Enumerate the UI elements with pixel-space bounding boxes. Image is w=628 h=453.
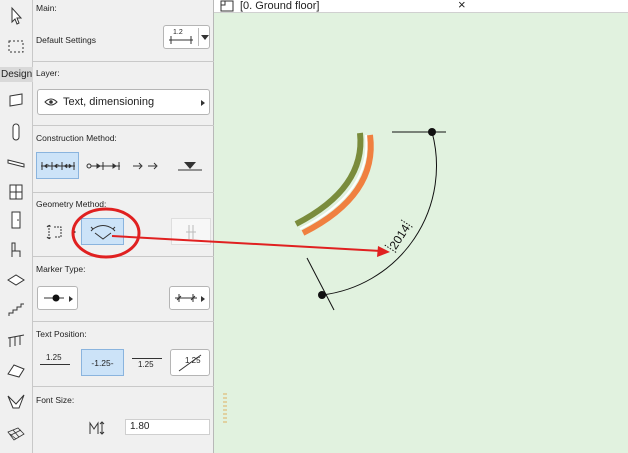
layer-value: Text, dimensioning [63,96,155,108]
mesh-tool-icon[interactable] [3,422,29,446]
text-centered-label: -1.25- [91,357,114,368]
font-size-icon [89,421,105,435]
door-tool-icon[interactable] [3,208,29,232]
toolbox: Design [0,0,34,453]
text-rotated-option[interactable]: 1.25 [170,349,210,376]
level-dimension-icon [186,224,196,239]
arc-dimension-icon [90,224,115,240]
linear-geometry-icon [46,224,62,240]
stair-tool-icon[interactable] [3,298,29,322]
marker-type-left-dropdown[interactable] [37,286,78,310]
linear-dimension-option[interactable] [36,152,79,179]
elevation-dimension-icon [178,161,202,170]
cumulative-dimension-icon [86,161,120,170]
chevron-right-icon [201,296,205,302]
font-size-section: Font Size: 1.80 [33,387,214,453]
railing-tool-icon[interactable] [3,328,29,352]
marker-type-right-dropdown[interactable] [169,286,210,310]
text-above-icon: 1.25 [40,353,70,371]
chevron-right-icon [201,100,205,106]
main-section: Main: Default Settings 1.2 [33,0,214,62]
chevron-down-icon [201,35,209,40]
tick-marker-icon [174,294,197,302]
text-above-label: 1.25 [46,353,62,362]
base-line-dimension-option[interactable] [129,152,163,179]
roof-tool-icon[interactable] [3,358,29,382]
arrow-tool-icon[interactable] [3,4,29,28]
text-below-option[interactable]: 1.25 [129,349,165,375]
view-tab-bar: [0. Ground floor] × [214,0,628,13]
dot-marker-icon [43,294,64,302]
layer-section: Layer: Text, dimensioning [33,62,214,126]
close-tab-icon[interactable]: × [458,0,466,11]
marker-section: Marker Type: [33,257,214,322]
geometry-expand-icon[interactable] [72,229,76,235]
floor-plan-canvas[interactable] [214,13,628,453]
text-above-option[interactable]: 1.25 [37,349,73,375]
dimension-icon: 1.2 [167,29,197,45]
elevation-dimension-option[interactable] [173,152,207,179]
text-centered-option[interactable]: -1.25- [81,349,124,376]
radial-geometry-option[interactable] [81,218,124,245]
default-settings-button[interactable]: 1.2 [163,25,210,49]
construction-section: Construction Method: [33,126,214,193]
floor-plan-icon [220,0,234,12]
tab-title[interactable]: [0. Ground floor] [240,0,320,12]
layer-title: Layer: [36,68,60,78]
geometry-title: Geometry Method: [36,199,107,209]
level-geometry-option [171,218,211,245]
font-size-field[interactable]: 1.80 [125,419,210,435]
column-tool-icon[interactable] [3,120,29,144]
object-tool-icon[interactable] [3,238,29,262]
beam-tool-icon[interactable] [3,150,29,174]
geometry-linear-option[interactable] [43,221,67,243]
wall-tool-icon[interactable] [3,88,29,112]
settings-panel: Main: Default Settings 1.2 Layer: Text, … [33,0,214,453]
base-line-dimension-icon [133,162,158,169]
marker-title: Marker Type: [36,264,86,274]
construction-title: Construction Method: [36,133,117,143]
text-below-icon: 1.25 [132,353,162,371]
text-rotated-icon: 1.25 [175,353,205,373]
linear-dimension-icon [40,161,75,170]
marquee-tool-icon[interactable] [3,34,29,58]
zone-tool-icon[interactable] [3,268,29,292]
shell-tool-icon[interactable] [3,390,29,414]
main-title: Main: [36,3,57,13]
default-settings-label: Default Settings [36,35,97,45]
geometry-section: Geometry Method: [33,193,214,257]
layer-dropdown[interactable]: Text, dimensioning [37,89,210,115]
design-tab[interactable]: Design [0,67,34,82]
eye-icon [44,98,58,106]
cumulative-dimension-option[interactable] [85,152,123,179]
text-below-label: 1.25 [138,360,154,369]
chevron-right-icon [69,296,73,302]
font-size-title: Font Size: [36,395,75,405]
text-position-title: Text Position: [36,329,87,339]
window-tool-icon[interactable] [3,180,29,204]
text-position-section: Text Position: 1.25 -1.25- 1.25 1.25 [33,322,214,387]
